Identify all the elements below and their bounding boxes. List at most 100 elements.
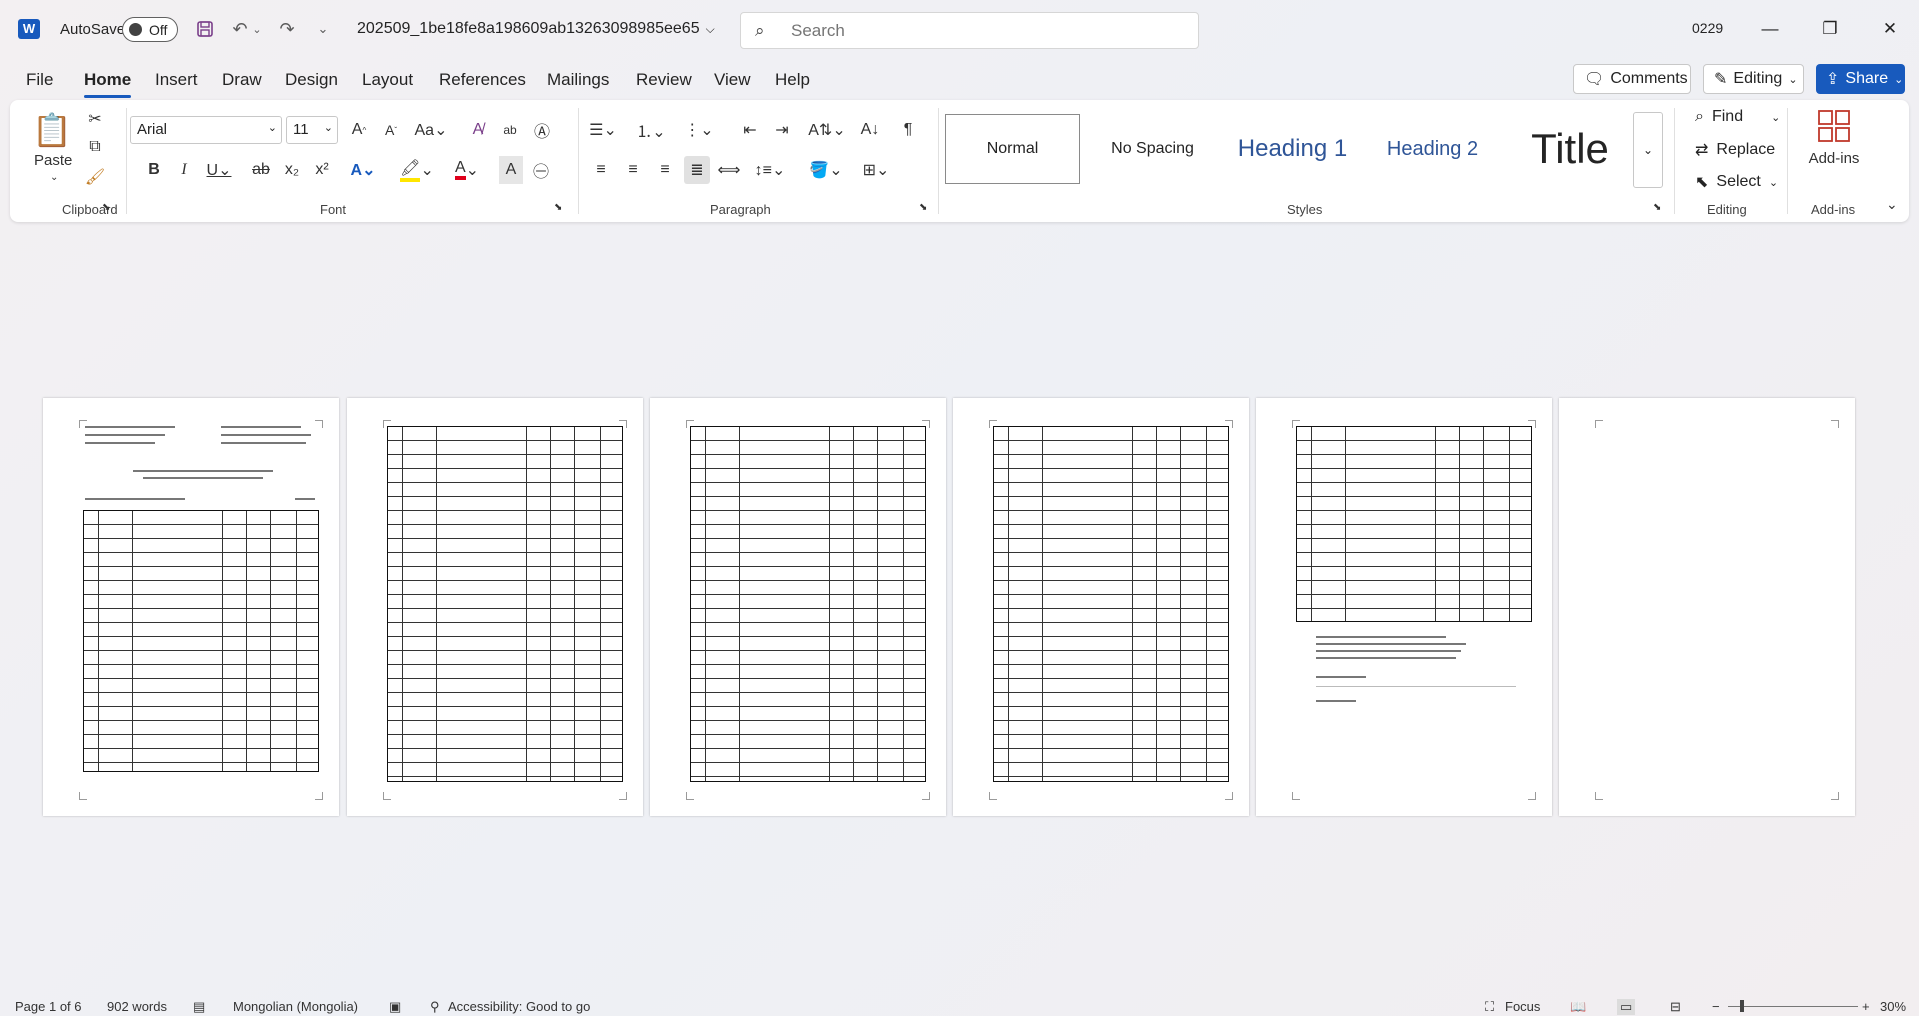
character-shading-icon[interactable]: A: [499, 156, 523, 184]
grow-font-icon[interactable]: A ^: [347, 116, 371, 144]
document-page-5[interactable]: [1256, 398, 1552, 816]
dialog-launcher-icon[interactable]: ⬊: [102, 202, 110, 213]
tab-help[interactable]: Help: [775, 70, 810, 90]
collapse-ribbon-icon[interactable]: ⌄: [1886, 196, 1898, 213]
bullets-icon[interactable]: ☰⌄: [583, 116, 623, 144]
text-effects-icon[interactable]: A⌄: [345, 156, 381, 184]
print-layout-icon[interactable]: ▭: [1617, 999, 1636, 1015]
proofing-icon[interactable]: ▤: [193, 999, 205, 1015]
subscript-icon[interactable]: x₂: [280, 156, 304, 184]
zoom-level[interactable]: 30%: [1880, 999, 1906, 1014]
document-page-3[interactable]: [650, 398, 946, 816]
tab-layout[interactable]: Layout: [362, 70, 413, 90]
add-ins-label[interactable]: Add-ins: [1797, 150, 1871, 167]
tab-view[interactable]: View: [714, 70, 751, 90]
dialog-launcher-icon[interactable]: ⬊: [919, 202, 927, 213]
search-input[interactable]: [791, 19, 1171, 43]
dialog-launcher-icon[interactable]: ⬊: [1653, 202, 1661, 213]
show-formatting-marks-icon[interactable]: ¶: [895, 116, 921, 144]
document-page-1[interactable]: [43, 398, 339, 816]
numbering-icon[interactable]: ⒈⌄: [631, 116, 671, 144]
add-ins-icon[interactable]: [1816, 108, 1852, 144]
document-title[interactable]: 202509_1be18fe8a198609ab13263098985ee65 ⌵: [357, 20, 715, 38]
zoom-in-icon[interactable]: +: [1862, 999, 1870, 1014]
page-counter[interactable]: Page 1 of 6: [15, 999, 82, 1014]
minimize-icon[interactable]: —: [1747, 12, 1793, 46]
comments-button[interactable]: 🗨 Comments: [1573, 64, 1691, 94]
restore-icon[interactable]: ❐: [1807, 12, 1853, 46]
user-badge[interactable]: 0229: [1692, 20, 1723, 36]
style-heading-2[interactable]: Heading 2: [1365, 114, 1500, 184]
paste-icon[interactable]: 📋: [32, 108, 72, 152]
align-left-icon[interactable]: ≡: [588, 156, 614, 184]
focus-mode-button[interactable]: Focus: [1505, 999, 1540, 1014]
align-center-icon[interactable]: ≡: [620, 156, 646, 184]
close-icon[interactable]: ✕: [1867, 12, 1913, 46]
language-indicator[interactable]: Mongolian (Mongolia): [233, 999, 358, 1014]
search-box[interactable]: ⌕: [740, 12, 1199, 49]
font-size-box[interactable]: 11 ⌄: [286, 116, 338, 144]
web-layout-icon[interactable]: ⊟: [1670, 999, 1681, 1015]
align-right-icon[interactable]: ≡: [652, 156, 678, 184]
autosave-toggle[interactable]: Off: [122, 17, 178, 42]
redo-icon[interactable]: ↷: [273, 16, 301, 42]
document-page-4[interactable]: [953, 398, 1249, 816]
style-no-spacing[interactable]: No Spacing: [1085, 114, 1220, 184]
macro-icon[interactable]: ▣: [389, 999, 401, 1015]
borders-icon[interactable]: ⊞⌄: [856, 156, 896, 184]
zoom-slider-thumb[interactable]: [1740, 1000, 1744, 1012]
copy-icon[interactable]: ⧉: [84, 136, 106, 158]
paste-label[interactable]: Paste: [34, 152, 72, 169]
tab-insert[interactable]: Insert: [155, 70, 198, 90]
format-painter-icon[interactable]: 🖌: [84, 166, 106, 188]
distributed-icon[interactable]: ⟺: [716, 156, 742, 184]
highlight-color-icon[interactable]: 🖍 ⌄: [397, 156, 437, 184]
editing-mode-button[interactable]: ✎ Editing ⌄: [1703, 64, 1804, 94]
text-direction-icon[interactable]: A⇅⌄: [807, 116, 847, 144]
dialog-launcher-icon[interactable]: ⬊: [554, 202, 562, 213]
accessibility-status[interactable]: Accessibility: Good to go: [448, 999, 590, 1014]
chevron-down-icon[interactable]: ⌄: [50, 172, 58, 183]
bold-icon[interactable]: B: [142, 156, 166, 184]
sort-icon[interactable]: A↓: [857, 116, 883, 144]
font-color-icon[interactable]: A ⌄: [447, 156, 487, 184]
enclose-characters-icon[interactable]: ㊀: [529, 156, 553, 184]
character-border-icon[interactable]: Ⓐ: [529, 116, 555, 144]
find-button[interactable]: ⌕ Find ⌄: [1695, 108, 1780, 126]
share-button[interactable]: ⇪ Share ⌄: [1816, 64, 1905, 94]
tab-mailings[interactable]: Mailings: [547, 70, 609, 90]
justify-icon[interactable]: ≣: [684, 156, 710, 184]
document-page-6[interactable]: [1559, 398, 1855, 816]
customize-toolbar-icon[interactable]: ⌄: [309, 16, 337, 42]
underline-icon[interactable]: U⌄: [202, 156, 236, 184]
zoom-out-icon[interactable]: −: [1712, 999, 1720, 1014]
tab-review[interactable]: Review: [636, 70, 692, 90]
multilevel-list-icon[interactable]: ⋮⌄: [679, 116, 719, 144]
undo-dropdown-icon[interactable]: ⌄: [250, 16, 264, 42]
zoom-slider[interactable]: [1728, 1000, 1858, 1012]
tab-home[interactable]: Home: [84, 70, 132, 98]
phonetic-guide-icon[interactable]: ab: [497, 116, 523, 144]
style-heading-1[interactable]: Heading 1: [1225, 114, 1360, 184]
document-page-2[interactable]: [347, 398, 643, 816]
increase-indent-icon[interactable]: ⇥: [769, 116, 795, 144]
change-case-icon[interactable]: Aa⌄: [413, 116, 449, 144]
decrease-indent-icon[interactable]: ⇤: [737, 116, 763, 144]
superscript-icon[interactable]: x²: [310, 156, 334, 184]
clear-formatting-icon[interactable]: A̸: [465, 116, 491, 144]
shrink-font-icon[interactable]: Aˇ: [379, 116, 403, 144]
tab-references[interactable]: References: [439, 70, 526, 90]
cut-icon[interactable]: ✂: [84, 108, 106, 130]
style-title[interactable]: Title: [1505, 114, 1635, 184]
tab-file[interactable]: File: [26, 70, 53, 90]
strikethrough-icon[interactable]: ab: [248, 156, 274, 184]
line-spacing-icon[interactable]: ↕≡⌄: [750, 156, 790, 184]
style-normal[interactable]: Normal: [945, 114, 1080, 184]
font-name-box[interactable]: Arial ⌄: [130, 116, 282, 144]
tab-design[interactable]: Design: [285, 70, 338, 90]
styles-more-icon[interactable]: ⌄: [1633, 112, 1663, 188]
read-mode-icon[interactable]: 📖: [1570, 999, 1586, 1015]
select-button[interactable]: ⬉ Select ⌄: [1695, 172, 1778, 192]
shading-icon[interactable]: 🪣⌄: [806, 156, 846, 184]
italic-icon[interactable]: I: [172, 156, 196, 184]
